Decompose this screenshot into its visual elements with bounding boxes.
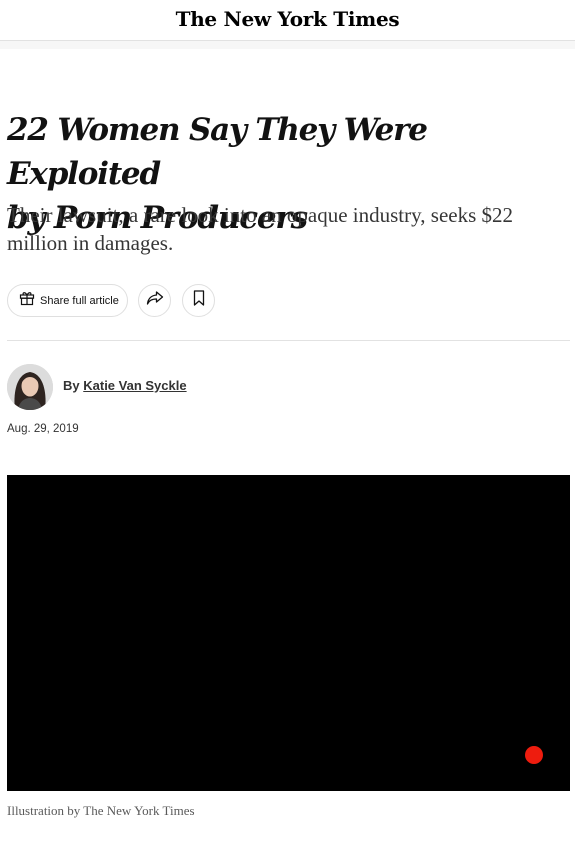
red-dot (525, 746, 543, 764)
image-caption: Illustration by The New York Times (7, 803, 195, 818)
nyt-logo[interactable]: The New York Times (176, 7, 400, 31)
share-arrow-icon (146, 291, 164, 310)
save-bookmark-button[interactable] (182, 284, 215, 317)
headline-line-1: 22 Women Say They Were Exploited (7, 112, 428, 192)
masthead: The New York Times (0, 0, 575, 41)
author-avatar[interactable] (7, 364, 53, 410)
publish-date: Aug. 29, 2019 (7, 423, 79, 435)
byline-prefix: By (63, 378, 80, 393)
gift-icon (19, 290, 35, 311)
article-summary: Their lawsuit, a rare look into an opaqu… (7, 203, 514, 255)
masthead-band (0, 41, 575, 49)
share-button[interactable] (138, 284, 171, 317)
share-button-label: Share full article (40, 294, 119, 307)
share-full-article-button[interactable]: Share full article (7, 284, 128, 317)
article-illustration (7, 475, 570, 791)
author-link[interactable]: Katie Van Syckle (83, 378, 186, 393)
bookmark-icon (193, 290, 205, 311)
byline: By Katie Van Syckle (63, 378, 187, 393)
section-divider (7, 340, 570, 341)
